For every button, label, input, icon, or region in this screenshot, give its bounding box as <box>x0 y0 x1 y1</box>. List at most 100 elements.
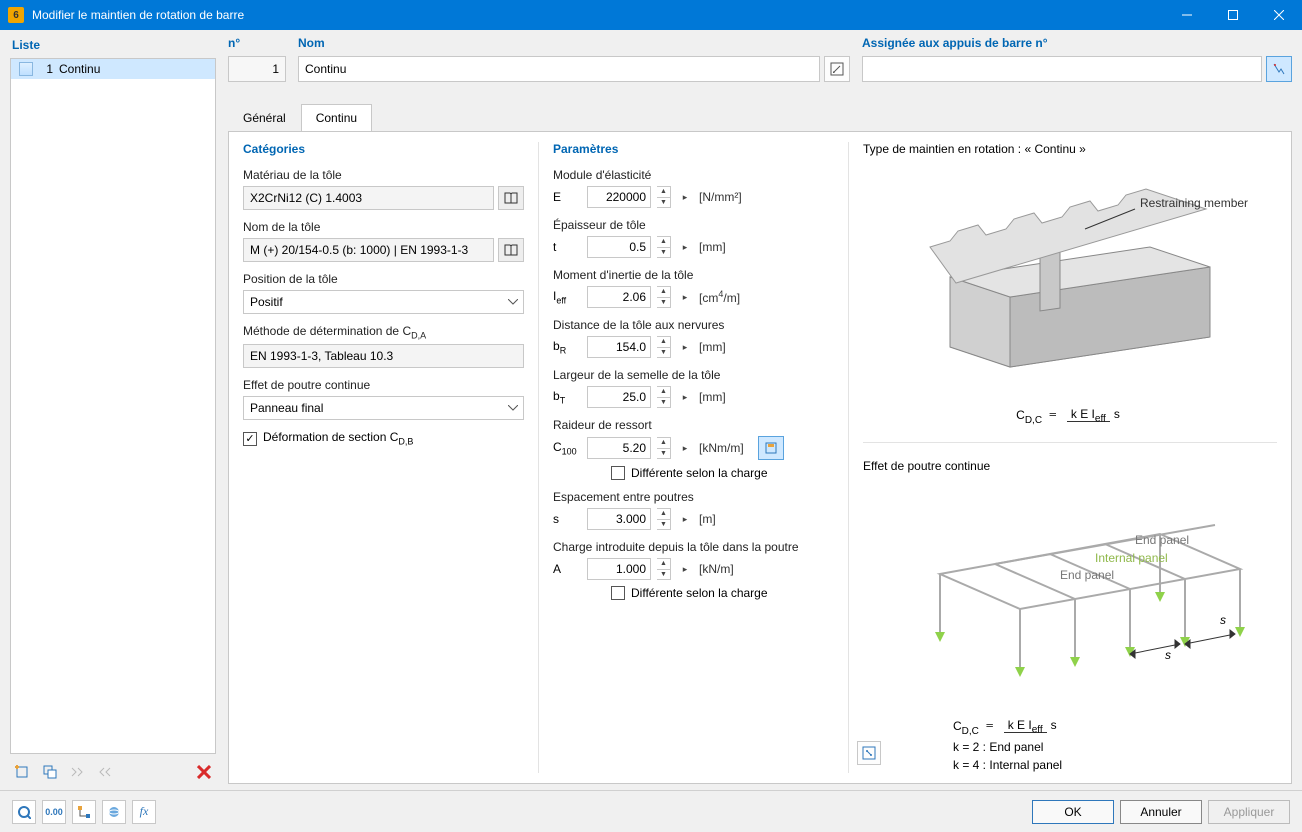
list-header: Liste <box>10 36 216 54</box>
E-unit: [N/mm²] <box>699 190 742 204</box>
E-symbol: E <box>553 190 581 204</box>
k4-line: k = 4 : Internal panel <box>953 758 1062 772</box>
new-item-button[interactable] <box>10 760 34 784</box>
position-label: Position de la tôle <box>243 272 524 286</box>
charge-label: Charge introduite depuis la tôle dans la… <box>553 540 834 554</box>
illustration-2: End panel Internal panel End panel s s <box>863 491 1277 706</box>
t-symbol: t <box>553 240 581 254</box>
position-combo[interactable]: Positif <box>243 290 524 314</box>
E-spinner[interactable]: ▲▼ <box>657 186 671 208</box>
help-button[interactable] <box>12 800 36 824</box>
Ieff-menu-button[interactable]: ▸ <box>677 286 693 308</box>
beam-effect-combo[interactable]: Panneau final <box>243 396 524 420</box>
Ieff-spinner[interactable]: ▲▼ <box>657 286 671 308</box>
C100-menu-button[interactable]: ▸ <box>677 437 693 459</box>
thickness-label: Épaisseur de tôle <box>553 218 834 232</box>
assign-label: Assignée aux appuis de barre n° <box>862 36 1292 50</box>
E-input[interactable] <box>587 186 651 208</box>
E-menu-button[interactable]: ▸ <box>677 186 693 208</box>
maximize-button[interactable] <box>1210 0 1256 30</box>
bR-input[interactable] <box>587 336 651 358</box>
hierarchy-button[interactable] <box>72 800 96 824</box>
function-button[interactable]: fx <box>132 800 156 824</box>
sheet-library-button[interactable] <box>498 238 524 262</box>
window-title: Modifier le maintien de rotation de barr… <box>32 8 1164 22</box>
bT-menu-button[interactable]: ▸ <box>677 386 693 408</box>
A-diff-checkbox[interactable]: Différente selon la charge <box>611 586 834 600</box>
material-label: Matériau de la tôle <box>243 168 524 182</box>
delete-item-button[interactable] <box>192 760 216 784</box>
apply-button: Appliquer <box>1208 800 1290 824</box>
bR-unit: [mm] <box>699 340 726 354</box>
illus-options-button[interactable] <box>857 741 881 765</box>
s-spinner[interactable]: ▲▼ <box>657 508 671 530</box>
categories-title: Catégories <box>243 142 524 156</box>
Ieff-input[interactable] <box>587 286 651 308</box>
C100-diff-label: Différente selon la charge <box>631 466 768 480</box>
formula-1: CD,C = k E Ieffs <box>863 405 1277 426</box>
deform-checkbox[interactable]: ✓ Déformation de section CD,B <box>243 430 524 446</box>
inertia-label: Moment d'inertie de la tôle <box>553 268 834 282</box>
material-field[interactable]: X2CrNi12 (C) 1.4003 <box>243 186 494 210</box>
C100-calc-button[interactable] <box>758 436 784 460</box>
titlebar: 6 Modifier le maintien de rotation de ba… <box>0 0 1302 30</box>
list-box[interactable]: 1 Continu <box>10 58 216 754</box>
A-menu-button[interactable]: ▸ <box>677 558 693 580</box>
cancel-button[interactable]: Annuler <box>1120 800 1202 824</box>
bR-menu-button[interactable]: ▸ <box>677 336 693 358</box>
params-title: Paramètres <box>553 142 834 156</box>
illus1-title: Type de maintien en rotation : « Continu… <box>863 142 1277 156</box>
restraining-label: Restraining member <box>1140 196 1248 210</box>
chevron-down-icon <box>508 405 518 411</box>
checkbox-icon <box>611 586 625 600</box>
t-unit: [mm] <box>699 240 726 254</box>
tab-continu[interactable]: Continu <box>301 104 372 131</box>
globe-button[interactable] <box>102 800 126 824</box>
A-spinner[interactable]: ▲▼ <box>657 558 671 580</box>
assign-input[interactable] <box>862 56 1262 82</box>
name-label: Nom <box>298 36 850 50</box>
t-input[interactable] <box>587 236 651 258</box>
tab-general[interactable]: Général <box>228 104 301 131</box>
list-item-num: 1 <box>39 62 53 76</box>
C100-unit: [kNm/m] <box>699 441 744 455</box>
distance-label: Distance de la tôle aux nervures <box>553 318 834 332</box>
bR-spinner[interactable]: ▲▼ <box>657 336 671 358</box>
flange-width-label: Largeur de la semelle de la tôle <box>553 368 834 382</box>
close-button[interactable] <box>1256 0 1302 30</box>
exclude-button <box>94 760 118 784</box>
t-menu-button[interactable]: ▸ <box>677 236 693 258</box>
copy-item-button[interactable] <box>38 760 62 784</box>
A-unit: [kN/m] <box>699 562 734 576</box>
bT-spinner[interactable]: ▲▼ <box>657 386 671 408</box>
units-button[interactable]: 0.00 <box>42 800 66 824</box>
minimize-button[interactable] <box>1164 0 1210 30</box>
material-library-button[interactable] <box>498 186 524 210</box>
s-unit: [m] <box>699 512 716 526</box>
formula-2: CD,C = k E Ieffs k = 2 : End panel k = 4… <box>953 716 1277 773</box>
sheet-name-field[interactable]: M (+) 20/154-0.5 (b: 1000) | EN 1993-1-3 <box>243 238 494 262</box>
check-icon: ✓ <box>243 432 257 446</box>
C100-spinner[interactable]: ▲▼ <box>657 437 671 459</box>
list-item[interactable]: 1 Continu <box>11 59 215 79</box>
pick-assign-button[interactable] <box>1266 56 1292 82</box>
C100-diff-checkbox[interactable]: Différente selon la charge <box>611 466 834 480</box>
bR-symbol: bR <box>553 339 581 355</box>
num-field: 1 <box>228 56 286 82</box>
bT-symbol: bT <box>553 389 581 405</box>
s-menu-button[interactable]: ▸ <box>677 508 693 530</box>
name-input[interactable]: Continu <box>298 56 820 82</box>
checkbox-icon <box>611 466 625 480</box>
bT-input[interactable] <box>587 386 651 408</box>
svg-text:Internal panel: Internal panel <box>1095 551 1168 565</box>
A-symbol: A <box>553 562 581 576</box>
C100-input[interactable] <box>587 437 651 459</box>
t-spinner[interactable]: ▲▼ <box>657 236 671 258</box>
A-input[interactable] <box>587 558 651 580</box>
bT-unit: [mm] <box>699 390 726 404</box>
edit-name-button[interactable] <box>824 56 850 82</box>
ok-button[interactable]: OK <box>1032 800 1114 824</box>
svg-text:s: s <box>1165 648 1171 662</box>
beam-effect-label: Effet de poutre continue <box>243 378 524 392</box>
s-input[interactable] <box>587 508 651 530</box>
